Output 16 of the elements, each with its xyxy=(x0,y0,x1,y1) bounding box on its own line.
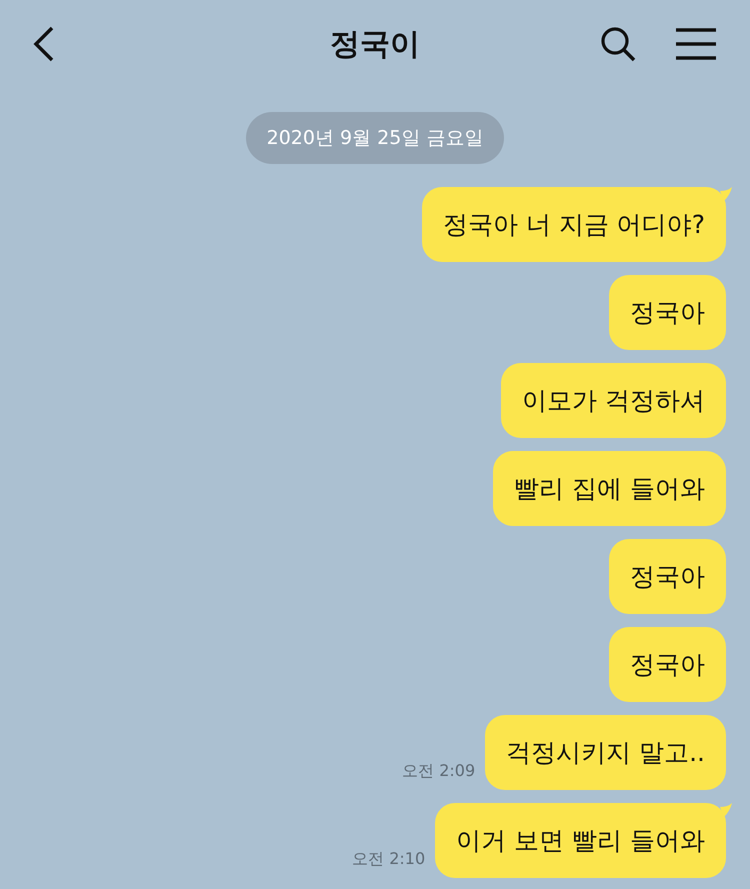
date-divider: 2020년 9월 25일 금요일 xyxy=(246,112,504,164)
message-time: 오전 2:09 xyxy=(402,761,476,782)
message-bubble: 정국아 xyxy=(609,275,726,350)
message-bubble: 이모가 걱정하셔 xyxy=(501,363,726,438)
message-bubble: 정국아 xyxy=(609,539,726,614)
message-bubble: 정국아 너 지금 어디야? xyxy=(422,187,726,262)
search-icon[interactable] xyxy=(600,26,636,62)
message-bubble: 빨리 집에 들어와 xyxy=(493,451,726,526)
bubble-tail xyxy=(720,187,732,201)
bubble-tail xyxy=(720,803,732,817)
chat-title: 정국이 xyxy=(330,26,420,62)
message-bubble: 이거 보면 빨리 들어와 xyxy=(435,803,726,878)
message-bubble: 정국아 xyxy=(609,627,726,702)
menu-icon[interactable] xyxy=(676,28,716,60)
message-time: 오전 2:10 xyxy=(352,849,426,870)
message-bubble: 걱정시키지 말고.. xyxy=(485,715,726,790)
